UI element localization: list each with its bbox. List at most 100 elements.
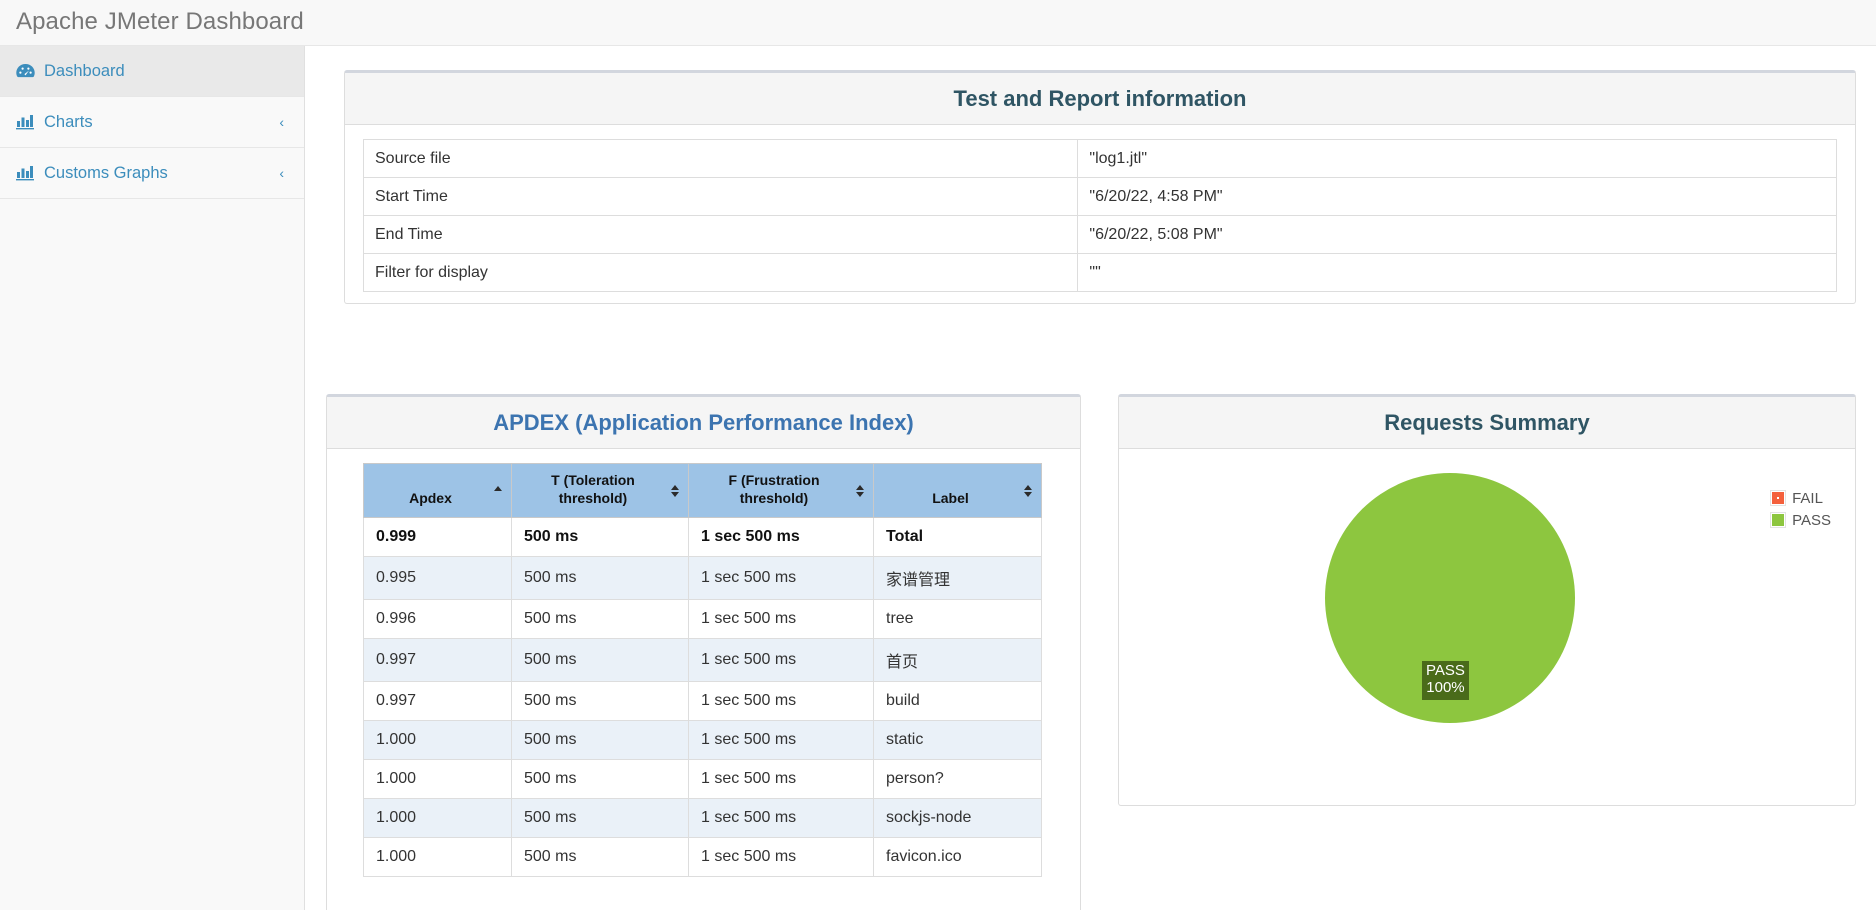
cell-label: 家谱管理 xyxy=(873,556,1042,600)
dashboard-icon xyxy=(15,62,35,80)
bar-chart-icon xyxy=(15,113,35,131)
table-header-row: Apdex T (Toleration threshold) F (Frustr… xyxy=(363,463,1042,518)
table-row: Filter for display "" xyxy=(362,253,1837,292)
cell-label: Total xyxy=(873,517,1042,557)
sidebar-navigation: Dashboard Charts ‹ Customs Graphs ‹ xyxy=(0,46,305,910)
table-row: Start Time "6/20/22, 4:58 PM" xyxy=(362,177,1837,216)
apdex-table: Apdex T (Toleration threshold) F (Frustr… xyxy=(363,463,1042,877)
table-row: 0.997 500 ms 1 sec 500 ms 首页 xyxy=(363,638,1042,682)
pie-slice-percent: 100% xyxy=(1426,678,1465,696)
pie-slice-name: PASS xyxy=(1426,662,1465,679)
main-content: Test and Report information Source file … xyxy=(306,46,1876,910)
info-value: "6/20/22, 4:58 PM" xyxy=(1077,177,1837,216)
cell-label: 首页 xyxy=(873,638,1042,682)
chart-legend: FAIL PASS xyxy=(1770,487,1831,531)
info-value: "log1.jtl" xyxy=(1077,139,1837,178)
panel-title: Test and Report information xyxy=(953,85,1247,111)
cell-toleration: 500 ms xyxy=(511,759,689,799)
table-row: End Time "6/20/22, 5:08 PM" xyxy=(362,215,1837,254)
cell-frustration: 1 sec 500 ms xyxy=(688,837,874,877)
info-key: Filter for display xyxy=(362,253,1079,292)
panel-title: Requests Summary xyxy=(1384,409,1590,435)
cell-apdex: 0.997 xyxy=(363,638,512,682)
legend-swatch-fail-icon xyxy=(1770,490,1787,506)
cell-toleration: 500 ms xyxy=(511,638,689,682)
cell-frustration: 1 sec 500 ms xyxy=(688,681,874,721)
cell-frustration: 1 sec 500 ms xyxy=(688,517,874,557)
cell-apdex: 1.000 xyxy=(363,759,512,799)
column-header-frustration-threshold[interactable]: F (Frustration threshold) xyxy=(688,463,874,518)
cell-apdex: 1.000 xyxy=(363,798,512,838)
sort-both-icon[interactable] xyxy=(670,483,680,499)
sort-ascending-icon[interactable] xyxy=(493,483,503,499)
sidebar-item-label: Customs Graphs xyxy=(44,163,168,182)
requests-summary-panel: Requests Summary PASS 100% FAIL PASS xyxy=(1118,394,1856,806)
cell-frustration: 1 sec 500 ms xyxy=(688,759,874,799)
table-row: 0.995 500 ms 1 sec 500 ms 家谱管理 xyxy=(363,556,1042,600)
cell-apdex: 1.000 xyxy=(363,720,512,760)
cell-label: tree xyxy=(873,599,1042,639)
sidebar-item-dashboard[interactable]: Dashboard xyxy=(0,46,304,97)
cell-toleration: 500 ms xyxy=(511,599,689,639)
table-row: 1.000 500 ms 1 sec 500 ms static xyxy=(363,720,1042,760)
legend-item-fail[interactable]: FAIL xyxy=(1770,487,1831,509)
cell-label: static xyxy=(873,720,1042,760)
cell-apdex: 0.996 xyxy=(363,599,512,639)
cell-toleration: 500 ms xyxy=(511,837,689,877)
cell-frustration: 1 sec 500 ms xyxy=(688,798,874,838)
column-header-toleration-threshold[interactable]: T (Toleration threshold) xyxy=(511,463,689,518)
panel-heading: Requests Summary xyxy=(1119,397,1855,449)
panel-body: Apdex T (Toleration threshold) F (Frustr… xyxy=(327,463,1080,877)
panel-heading: Test and Report information xyxy=(345,73,1855,125)
sidebar-item-charts[interactable]: Charts ‹ xyxy=(0,97,304,148)
table-row: 0.996 500 ms 1 sec 500 ms tree xyxy=(363,599,1042,639)
table-row: 1.000 500 ms 1 sec 500 ms sockjs-node xyxy=(363,798,1042,838)
cell-toleration: 500 ms xyxy=(511,720,689,760)
cell-label: favicon.ico xyxy=(873,837,1042,877)
cell-apdex: 0.997 xyxy=(363,681,512,721)
cell-frustration: 1 sec 500 ms xyxy=(688,599,874,639)
info-key: Source file xyxy=(362,139,1079,178)
column-label: T (Toleration threshold) xyxy=(551,472,635,506)
top-header-bar: Apache JMeter Dashboard xyxy=(0,0,1876,46)
chevron-left-icon[interactable]: ‹ xyxy=(279,166,284,180)
cell-toleration: 500 ms xyxy=(511,681,689,721)
apdex-panel: APDEX (Application Performance Index) Ap… xyxy=(326,394,1081,910)
table-row: 0.999 500 ms 1 sec 500 ms Total xyxy=(363,517,1042,557)
panel-body: PASS 100% FAIL PASS xyxy=(1119,449,1855,771)
column-label: Label xyxy=(932,489,969,506)
info-key: Start Time xyxy=(362,177,1079,216)
cell-apdex: 0.999 xyxy=(363,517,512,557)
test-report-information-panel: Test and Report information Source file … xyxy=(344,70,1856,304)
sort-both-icon[interactable] xyxy=(855,483,865,499)
legend-item-pass[interactable]: PASS xyxy=(1770,509,1831,531)
cell-toleration: 500 ms xyxy=(511,517,689,557)
legend-swatch-pass-icon xyxy=(1770,512,1787,528)
panel-body: Source file "log1.jtl" Start Time "6/20/… xyxy=(345,125,1855,310)
column-header-label[interactable]: Label xyxy=(873,463,1042,518)
cell-frustration: 1 sec 500 ms xyxy=(688,720,874,760)
pie-slice-data-label: PASS 100% xyxy=(1422,661,1469,700)
legend-label: FAIL xyxy=(1792,489,1823,507)
column-header-apdex[interactable]: Apdex xyxy=(363,463,512,518)
table-row: Source file "log1.jtl" xyxy=(362,139,1837,178)
chevron-left-icon[interactable]: ‹ xyxy=(279,115,284,129)
cell-label: person? xyxy=(873,759,1042,799)
cell-label: build xyxy=(873,681,1042,721)
panel-title: APDEX (Application Performance Index) xyxy=(493,409,914,435)
cell-toleration: 500 ms xyxy=(511,798,689,838)
column-label: F (Frustration threshold) xyxy=(728,472,820,506)
table-row: 1.000 500 ms 1 sec 500 ms favicon.ico xyxy=(363,837,1042,877)
app-brand-title: Apache JMeter Dashboard xyxy=(16,8,304,35)
requests-summary-chart: PASS 100% FAIL PASS xyxy=(1137,463,1837,753)
sidebar-item-label: Charts xyxy=(44,112,93,131)
info-key: End Time xyxy=(362,215,1079,254)
sidebar-item-customs-graphs[interactable]: Customs Graphs ‹ xyxy=(0,148,304,199)
test-report-info-table: Source file "log1.jtl" Start Time "6/20/… xyxy=(362,139,1837,292)
sidebar-item-label: Dashboard xyxy=(44,61,125,80)
legend-label: PASS xyxy=(1792,511,1831,529)
cell-frustration: 1 sec 500 ms xyxy=(688,638,874,682)
column-label: Apdex xyxy=(409,489,452,506)
sort-both-icon[interactable] xyxy=(1023,483,1033,499)
cell-toleration: 500 ms xyxy=(511,556,689,600)
